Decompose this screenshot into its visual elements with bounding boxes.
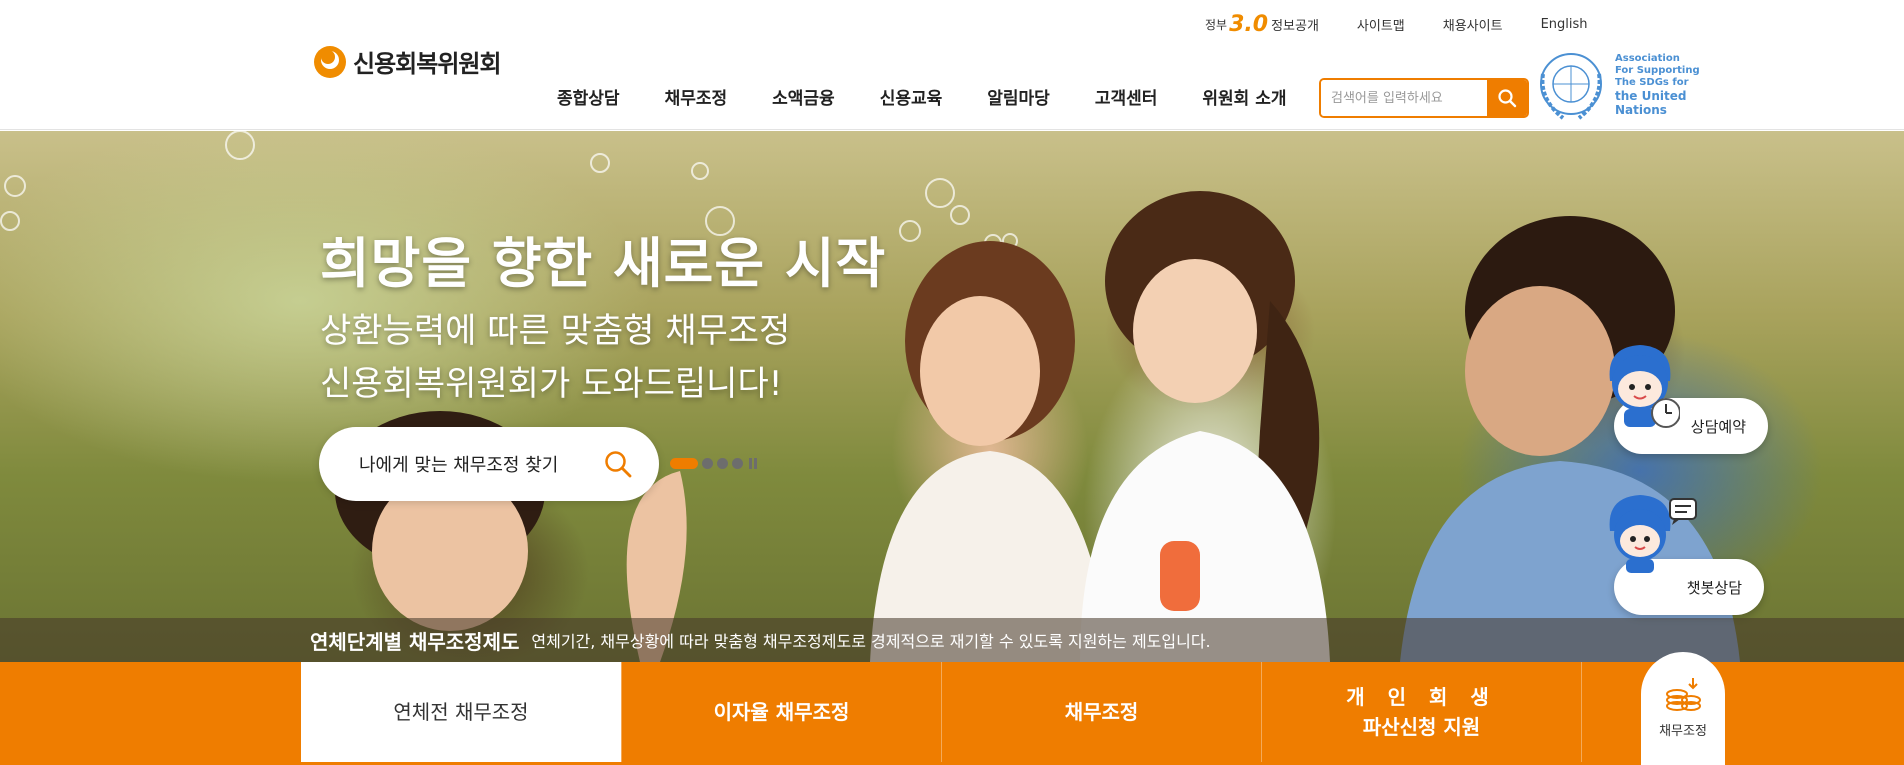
nav-item-customer[interactable]: 고객센터 bbox=[1095, 84, 1158, 109]
sitemap-link[interactable]: 사이트맵 bbox=[1357, 15, 1405, 34]
logo-mark-icon bbox=[314, 45, 346, 78]
un-text: Association For Supporting The SDGs for … bbox=[1615, 53, 1700, 117]
reserve-consult-label: 상담예약 bbox=[1690, 417, 1746, 436]
tab-label: 채무조정 bbox=[1064, 700, 1139, 724]
nav-item-consult[interactable]: 종합상담 bbox=[557, 84, 620, 109]
recruit-link[interactable]: 채용사이트 bbox=[1443, 15, 1503, 34]
mascot-clock-icon bbox=[1609, 345, 1680, 428]
tab-interest-rate[interactable]: 이자율 채무조정 bbox=[621, 662, 941, 762]
gov30-label: 정보공개 bbox=[1271, 19, 1319, 34]
search-input[interactable] bbox=[1321, 80, 1487, 116]
notice-text: 연체기간, 채무상황에 따라 맞춤형 채무조정제도로 경제적으로 재기할 수 있… bbox=[531, 632, 1211, 651]
tab-label-line1: 개 인 회 생 bbox=[1346, 685, 1497, 709]
slide-dot-4[interactable] bbox=[732, 458, 743, 469]
logo-text: 신용회복위원회 bbox=[353, 50, 502, 78]
slide-dot-2[interactable] bbox=[702, 458, 713, 469]
hero-title: 희망을 향한 새로운 시작 bbox=[320, 232, 887, 295]
search-button[interactable] bbox=[1487, 80, 1527, 116]
tab-pre-delinquency[interactable]: 연체전 채무조정 bbox=[301, 662, 621, 762]
nav-item-notice[interactable]: 알림마당 bbox=[987, 84, 1050, 109]
un-line5: Nations bbox=[1615, 103, 1667, 117]
tab-personal-rehab[interactable]: 개 인 회 생 파산신청 지원 bbox=[1261, 662, 1581, 762]
circle-button-label: 채무조정 bbox=[1659, 724, 1707, 739]
site-header: 신용회복위원회 정부 3.0 정보공개 사이트맵 채용사이트 English 종… bbox=[0, 0, 1904, 130]
slide-dot-3[interactable] bbox=[717, 458, 728, 469]
site-logo[interactable]: 신용회복위원회 bbox=[313, 44, 502, 79]
find-debt-adjust-button[interactable]: 나에게 맞는 채무조정 찾기 bbox=[319, 427, 659, 501]
un-line2: For Supporting bbox=[1615, 65, 1700, 76]
tab-debt-adjust[interactable]: 채무조정 bbox=[941, 662, 1261, 762]
un-sdgs-badge[interactable]: Association For Supporting The SDGs for … bbox=[1533, 44, 1700, 126]
gov30-small: 정부 bbox=[1205, 18, 1228, 32]
tab-label-line2: 파산신청 지원 bbox=[1362, 715, 1481, 739]
notice-title: 연체단계별 채무조정제도 bbox=[310, 629, 520, 654]
notice-bar: 연체단계별 채무조정제도 연체기간, 채무상황에 따라 맞춤형 채무조정제도로 … bbox=[0, 618, 1904, 662]
utility-nav: 정부 3.0 정보공개 사이트맵 채용사이트 English bbox=[1205, 12, 1626, 37]
slide-dot-1[interactable] bbox=[670, 458, 698, 469]
debt-program-tabs: 연체전 채무조정 이자율 채무조정 채무조정 개 인 회 생 파산신청 지원 채… bbox=[0, 652, 1904, 765]
hero-banner: 희망을 향한 새로운 시작 상환능력에 따른 맞춤형 채무조정 신용회복위원회가… bbox=[0, 131, 1904, 662]
nav-item-credit-edu[interactable]: 신용교육 bbox=[880, 84, 943, 109]
un-laurel-icon bbox=[1540, 53, 1602, 120]
search-icon bbox=[605, 451, 632, 478]
hero-subtitle: 상환능력에 따른 맞춤형 채무조정 신용회복위원회가 도와드립니다! bbox=[320, 305, 790, 411]
pause-icon[interactable] bbox=[749, 458, 757, 469]
find-button-label: 나에게 맞는 채무조정 찾기 bbox=[359, 455, 559, 476]
tab-label: 이자율 채무조정 bbox=[713, 700, 850, 724]
hero-sub-line1: 상환능력에 따른 맞춤형 채무조정 bbox=[320, 311, 791, 351]
gov30-logo-icon: 3.0 bbox=[1229, 12, 1269, 37]
un-line1: Association bbox=[1615, 53, 1680, 64]
un-line4: the United bbox=[1615, 89, 1687, 103]
search-icon bbox=[1498, 89, 1517, 108]
debt-adjust-quick-button[interactable]: 채무조정 bbox=[1641, 652, 1725, 765]
search-box bbox=[1319, 78, 1529, 118]
tab-divider bbox=[1581, 662, 1582, 762]
main-nav: 종합상담 채무조정 소액금융 신용교육 알림마당 고객센터 위원회 소개 bbox=[557, 84, 1332, 109]
nav-item-about[interactable]: 위원회 소개 bbox=[1202, 84, 1286, 109]
nav-item-microfinance[interactable]: 소액금융 bbox=[772, 84, 835, 109]
nav-item-debt-adjust[interactable]: 채무조정 bbox=[665, 84, 728, 109]
gov30-info-link[interactable]: 정부 3.0 정보공개 bbox=[1205, 12, 1319, 37]
hero-sub-line2: 신용회복위원회가 도와드립니다! bbox=[320, 364, 783, 404]
tab-label: 연체전 채무조정 bbox=[393, 700, 529, 724]
coins-icon bbox=[1666, 678, 1701, 711]
mascot-chat-icon bbox=[1609, 495, 1697, 573]
english-link[interactable]: English bbox=[1541, 17, 1588, 32]
un-line3: The SDGs for bbox=[1615, 77, 1689, 88]
slide-pagination bbox=[670, 458, 757, 469]
